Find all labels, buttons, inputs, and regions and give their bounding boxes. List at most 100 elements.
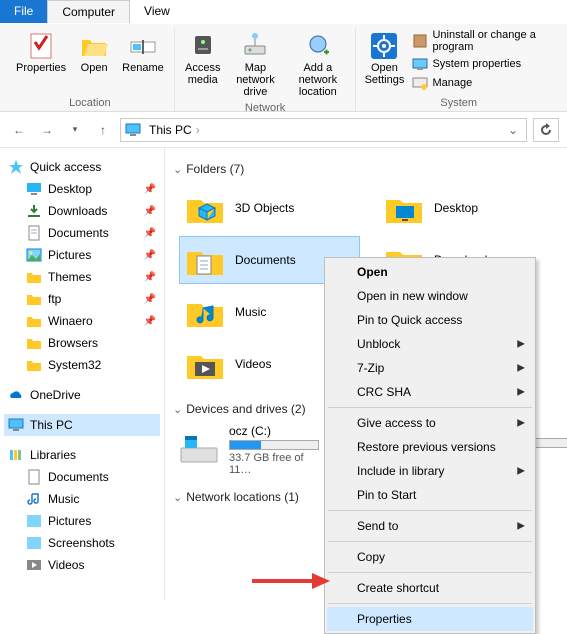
add-network-icon xyxy=(302,30,334,62)
uninstall-button[interactable]: Uninstall or change a program xyxy=(408,28,555,54)
tree-ftp[interactable]: ftp📌 xyxy=(4,288,160,310)
tree-downloads[interactable]: Downloads📌 xyxy=(4,200,160,222)
tab-view[interactable]: View xyxy=(130,0,184,23)
tree-documents[interactable]: Documents📌 xyxy=(4,222,160,244)
tree-winaero[interactable]: Winaero📌 xyxy=(4,310,160,332)
lib-documents[interactable]: Documents xyxy=(4,466,160,488)
lib-videos[interactable]: Videos xyxy=(4,554,160,576)
pin-icon: 📌 xyxy=(144,206,156,217)
tree-browsers[interactable]: Browsers xyxy=(4,332,160,354)
folder-desktop[interactable]: Desktop xyxy=(378,184,559,232)
music-folder-icon xyxy=(185,294,225,330)
pin-icon: 📌 xyxy=(144,294,156,305)
properties-label: Properties xyxy=(16,62,66,74)
drive-c[interactable]: ocz (C:) 33.7 GB free of 11… xyxy=(179,424,319,476)
tree-desktop[interactable]: Desktop📌 xyxy=(4,178,160,200)
ribbon-group-system-label: System xyxy=(440,95,477,111)
ribbon: Properties Open Rename Location xyxy=(0,24,567,112)
folder-3d-objects[interactable]: 3D Objects xyxy=(179,184,360,232)
rename-label: Rename xyxy=(122,62,164,74)
context-7zip[interactable]: 7-Zip▶ xyxy=(327,356,533,380)
libraries-icon xyxy=(8,447,24,463)
quick-access-heading[interactable]: Quick access xyxy=(4,156,160,178)
open-settings-button[interactable]: Open Settings xyxy=(362,28,406,92)
folder-icon xyxy=(26,313,42,329)
pictures-icon xyxy=(26,513,42,529)
recent-locations-button[interactable]: ▾ xyxy=(64,119,86,141)
back-button[interactable]: ← xyxy=(8,119,30,141)
pc-icon xyxy=(125,122,141,138)
context-copy[interactable]: Copy xyxy=(327,545,533,569)
tree-system32[interactable]: System32 xyxy=(4,354,160,376)
chevron-right-icon: ▶ xyxy=(517,363,525,374)
section-folders[interactable]: ⌄Folders (7) xyxy=(173,162,559,176)
context-properties[interactable]: Properties xyxy=(327,607,533,631)
refresh-button[interactable] xyxy=(533,118,559,142)
chevron-right-icon: ▶ xyxy=(517,387,525,398)
tab-file[interactable]: File xyxy=(0,0,47,23)
libraries-heading[interactable]: Libraries xyxy=(4,444,160,466)
add-location-label: Add a network location xyxy=(290,62,345,98)
ribbon-group-network-label: Network xyxy=(245,100,285,116)
titlebar: File Computer View xyxy=(0,0,567,24)
onedrive-heading[interactable]: OneDrive xyxy=(4,384,160,406)
context-give-access[interactable]: Give access to▶ xyxy=(327,411,533,435)
lib-pictures[interactable]: Pictures xyxy=(4,510,160,532)
context-include-library[interactable]: Include in library▶ xyxy=(327,459,533,483)
chevron-right-icon: ▶ xyxy=(517,339,525,350)
downloads-icon xyxy=(26,203,42,219)
videos-icon xyxy=(26,557,42,573)
map-drive-icon xyxy=(239,30,271,62)
chevron-right-icon: ▶ xyxy=(517,521,525,532)
chevron-down-icon: ⌄ xyxy=(173,163,182,176)
context-separator xyxy=(328,603,532,604)
open-settings-label: Open Settings xyxy=(365,62,405,86)
tab-computer[interactable]: Computer xyxy=(47,0,130,23)
map-drive-button[interactable]: Map network drive xyxy=(227,28,284,100)
lib-music[interactable]: Music xyxy=(4,488,160,510)
onedrive-icon xyxy=(8,387,24,403)
uninstall-label: Uninstall or change a program xyxy=(432,29,551,53)
address-dropdown[interactable]: ⌄ xyxy=(504,123,522,137)
this-pc-heading[interactable]: This PC xyxy=(4,414,160,436)
context-pin-quick-access[interactable]: Pin to Quick access xyxy=(327,308,533,332)
tree-themes[interactable]: Themes📌 xyxy=(4,266,160,288)
folder-open-icon xyxy=(78,30,110,62)
rename-button[interactable]: Rename xyxy=(118,28,168,76)
pc-icon xyxy=(8,417,24,433)
pictures-icon xyxy=(26,535,42,551)
context-pin-start[interactable]: Pin to Start xyxy=(327,483,533,507)
system-properties-button[interactable]: System properties xyxy=(408,55,555,73)
system-properties-icon xyxy=(412,56,428,72)
up-button[interactable]: ↑ xyxy=(92,119,114,141)
context-send-to[interactable]: Send to▶ xyxy=(327,514,533,538)
chevron-down-icon: ⌄ xyxy=(173,403,182,416)
context-open[interactable]: Open xyxy=(327,260,533,284)
rename-icon xyxy=(127,30,159,62)
pictures-icon xyxy=(26,247,42,263)
add-location-button[interactable]: Add a network location xyxy=(286,28,349,100)
tree-pictures[interactable]: Pictures📌 xyxy=(4,244,160,266)
context-separator xyxy=(328,572,532,573)
properties-button[interactable]: Properties xyxy=(12,28,70,76)
context-restore-versions[interactable]: Restore previous versions xyxy=(327,435,533,459)
manage-label: Manage xyxy=(432,77,472,89)
breadcrumb-this-pc[interactable]: This PC xyxy=(145,123,204,137)
address-bar[interactable]: This PC ⌄ xyxy=(120,118,527,142)
pin-icon: 📌 xyxy=(144,272,156,283)
pin-icon: 📌 xyxy=(144,316,156,327)
access-media-button[interactable]: Access media xyxy=(181,28,225,100)
context-unblock[interactable]: Unblock▶ xyxy=(327,332,533,356)
context-create-shortcut[interactable]: Create shortcut xyxy=(327,576,533,600)
open-button[interactable]: Open xyxy=(72,28,116,76)
objects3d-icon xyxy=(185,190,225,226)
drive-c-free: 33.7 GB free of 11… xyxy=(229,452,319,476)
lib-screenshots[interactable]: Screenshots xyxy=(4,532,160,554)
forward-button[interactable]: → xyxy=(36,119,58,141)
context-crc-sha[interactable]: CRC SHA▶ xyxy=(327,380,533,404)
media-server-icon xyxy=(187,30,219,62)
chevron-down-icon: ⌄ xyxy=(173,491,182,504)
context-open-new-window[interactable]: Open in new window xyxy=(327,284,533,308)
manage-button[interactable]: Manage xyxy=(408,74,555,92)
chevron-right-icon: ▶ xyxy=(517,466,525,477)
